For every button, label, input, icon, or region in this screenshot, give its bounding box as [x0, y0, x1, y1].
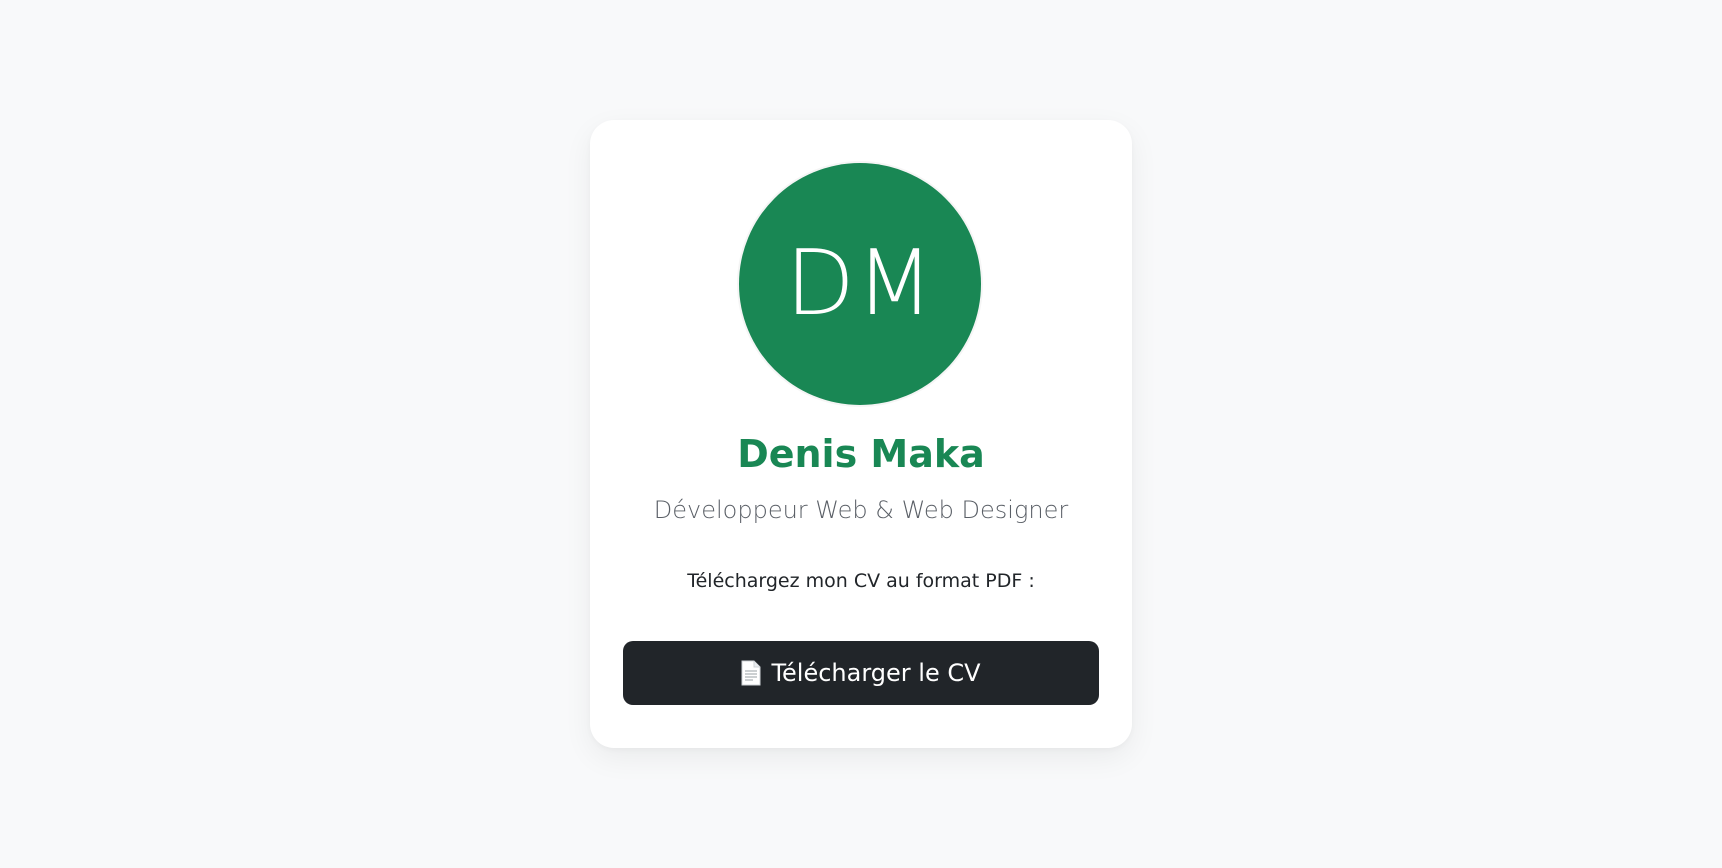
avatar-initials: DM	[785, 231, 935, 336]
profile-title: Développeur Web & Web Designer	[653, 496, 1069, 524]
download-cv-button[interactable]: Télécharger le CV	[623, 641, 1099, 705]
profile-name: Denis Maka	[737, 432, 985, 476]
avatar: DM	[739, 163, 981, 405]
profile-card: DM Denis Maka Développeur Web & Web Desi…	[590, 120, 1132, 748]
cv-download-prompt: Téléchargez mon CV au format PDF :	[687, 570, 1035, 592]
page: DM Denis Maka Développeur Web & Web Desi…	[0, 0, 1722, 868]
download-cv-button-label: Télécharger le CV	[771, 659, 981, 687]
document-icon	[741, 660, 761, 686]
